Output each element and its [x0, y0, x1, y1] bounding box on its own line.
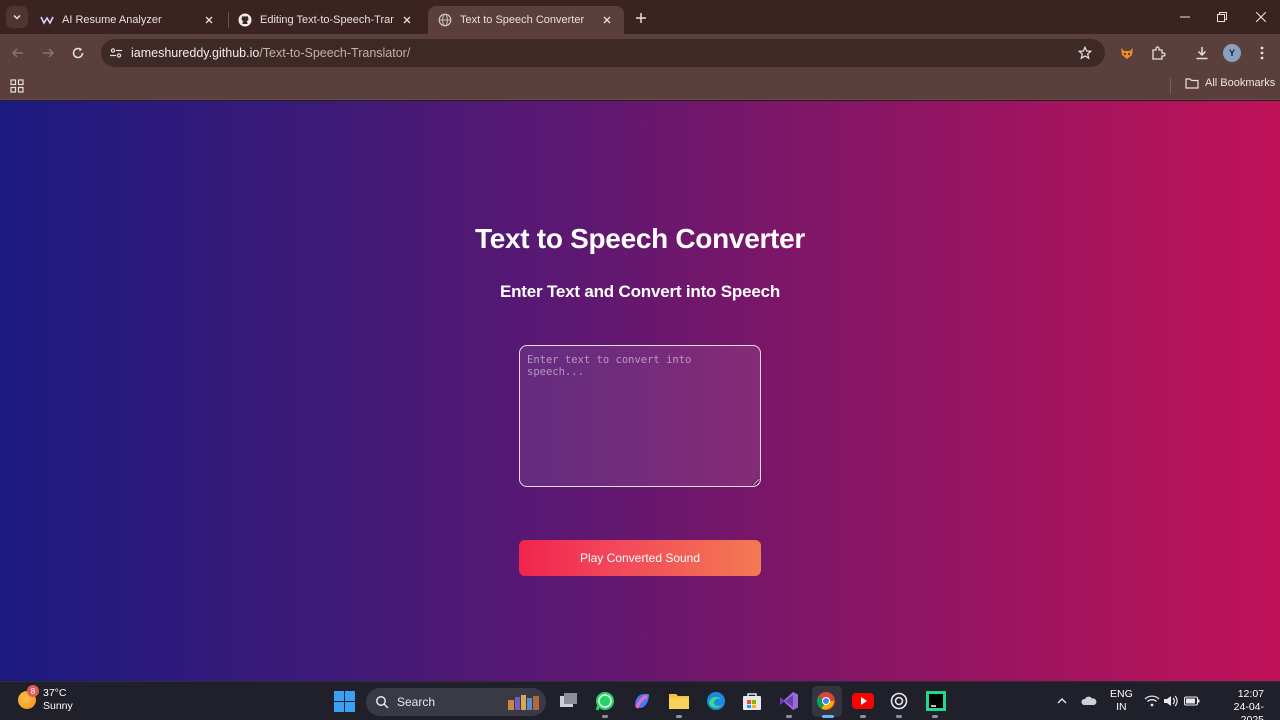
edge-icon[interactable] [705, 690, 727, 712]
github-icon [238, 13, 252, 27]
youtube-icon[interactable] [852, 690, 874, 712]
bookmarks-divider [1170, 78, 1171, 94]
taskbar-search[interactable]: Search [366, 688, 546, 716]
tab-title: Text to Speech Converter [460, 14, 585, 26]
notification-badge: 8 [27, 685, 39, 697]
weather-condition: Sunny [43, 700, 73, 712]
visual-studio-icon[interactable] [778, 690, 800, 712]
apps-grid-icon[interactable] [9, 78, 25, 94]
weather-temp: 37°C [43, 687, 67, 699]
tab-ai-resume-analyzer[interactable]: AI Resume Analyzer [30, 6, 226, 34]
system-clock[interactable]: 12:07 24-04-2025 [1212, 688, 1264, 720]
running-indicator [602, 715, 608, 718]
language-code: ENG [1110, 688, 1133, 700]
copilot-icon[interactable] [631, 690, 653, 712]
running-indicator [860, 715, 866, 718]
task-view-icon[interactable] [558, 690, 580, 712]
new-tab-button[interactable] [632, 9, 650, 27]
ai-resume-favicon [40, 13, 54, 27]
arrow-right-icon [43, 48, 55, 58]
forward-button[interactable] [38, 43, 58, 63]
chrome-icon[interactable] [815, 690, 837, 712]
restore-button[interactable] [1213, 8, 1231, 26]
download-icon[interactable] [1192, 43, 1212, 63]
tab-title: AI Resume Analyzer [62, 14, 162, 26]
input-language[interactable]: ENG IN [1110, 688, 1133, 714]
reload-icon [72, 47, 84, 59]
windows-start-icon[interactable] [334, 691, 355, 712]
profile-avatar[interactable]: Y [1223, 44, 1241, 62]
chevron-down-icon [13, 14, 21, 20]
reload-button[interactable] [68, 43, 88, 63]
whatsapp-icon[interactable] [594, 690, 616, 712]
browser-toolbar: iameshureddy.github.io/Text-to-Speech-Tr… [0, 34, 1280, 72]
volume-icon[interactable] [1163, 693, 1179, 709]
text-input[interactable] [519, 345, 761, 487]
all-bookmarks-button[interactable]: All Bookmarks [1185, 77, 1275, 89]
globe-icon [438, 13, 452, 27]
page-subtitle: Enter Text and Convert into Speech [499, 282, 781, 301]
plus-icon [636, 13, 646, 23]
close-window-button[interactable] [1252, 8, 1270, 26]
running-indicator [932, 715, 938, 718]
sun-icon: 8 [18, 685, 39, 709]
restore-icon [1217, 12, 1227, 22]
search-icon [376, 696, 389, 709]
file-explorer-icon[interactable] [668, 690, 690, 712]
battery-icon[interactable] [1184, 693, 1200, 709]
close-icon[interactable] [202, 13, 216, 27]
tab-title: Editing Text-to-Speech-Translat [260, 14, 394, 26]
windows-taskbar: 8 37°C Sunny Search ENG IN 12:07 24-04-2… [0, 681, 1280, 720]
menu-kebab-icon[interactable] [1252, 43, 1272, 63]
onedrive-cloud-icon[interactable] [1081, 693, 1097, 709]
tab-strip: AI Resume Analyzer Editing Text-to-Speec… [0, 0, 1280, 34]
chatgpt-icon[interactable] [888, 690, 910, 712]
site-info-icon[interactable] [109, 46, 123, 60]
microsoft-store-icon[interactable] [741, 690, 763, 712]
minimize-icon [1180, 16, 1190, 18]
clock-time: 12:07 [1237, 688, 1264, 700]
extension-fox-icon[interactable] [1117, 43, 1137, 63]
active-indicator [822, 715, 834, 718]
close-icon [1256, 12, 1266, 22]
running-indicator [676, 715, 682, 718]
clock-date: 24-04-2025 [1233, 701, 1264, 720]
minimize-button[interactable] [1176, 8, 1194, 26]
play-converted-sound-button[interactable]: Play Converted Sound [519, 540, 761, 576]
tab-text-to-speech[interactable]: Text to Speech Converter [428, 6, 624, 34]
folder-icon [1185, 78, 1199, 89]
url-path: /Text-to-Speech-Translator/ [259, 46, 411, 60]
bookmarks-bar: All Bookmarks [0, 72, 1280, 100]
arrow-left-icon [11, 48, 23, 58]
region-code: IN [1116, 701, 1127, 713]
wifi-icon[interactable] [1144, 693, 1160, 709]
pycharm-icon[interactable] [925, 690, 947, 712]
page-title: Text to Speech Converter [475, 223, 805, 254]
running-indicator [896, 715, 902, 718]
search-highlight-icon [508, 695, 539, 710]
back-button[interactable] [8, 43, 28, 63]
weather-widget[interactable]: 8 37°C Sunny [18, 685, 73, 713]
bookmark-star-icon[interactable] [1077, 45, 1093, 61]
tab-search-button[interactable] [6, 6, 28, 28]
url-host: iameshureddy.github.io [131, 46, 260, 60]
close-icon[interactable] [400, 13, 414, 27]
all-bookmarks-label: All Bookmarks [1205, 77, 1276, 89]
page-content: Text to Speech Converter Enter Text and … [0, 101, 1280, 681]
address-bar[interactable]: iameshureddy.github.io/Text-to-Speech-Tr… [101, 39, 1105, 67]
close-icon[interactable] [600, 13, 614, 27]
tab-editing-github[interactable]: Editing Text-to-Speech-Translat [228, 6, 424, 34]
show-hidden-icons-chevron-icon[interactable] [1054, 693, 1070, 709]
extensions-puzzle-icon[interactable] [1148, 43, 1168, 63]
search-label: Search [397, 695, 436, 709]
running-indicator [786, 715, 792, 718]
